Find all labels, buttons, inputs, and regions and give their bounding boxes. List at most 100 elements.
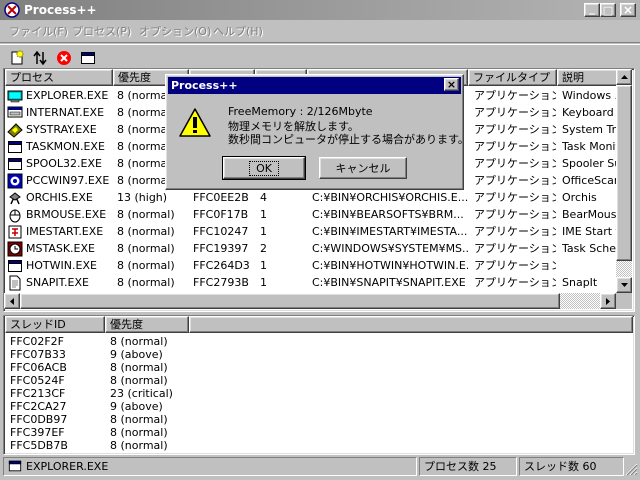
maximize-button[interactable]: □	[600, 3, 616, 17]
thread-row[interactable]: FFC5DB7B 8 (normal)	[4, 439, 624, 452]
sort-icon	[33, 50, 47, 66]
maximize-icon: □	[602, 3, 614, 17]
keyboard-icon	[7, 105, 23, 121]
table-row[interactable]: HOTWIN.EXE 8 (normal) FFC264D3 1 C:¥BIN¥HOTW…	[4, 257, 624, 274]
cell-id: FFC2793B	[193, 276, 249, 289]
cell-path: C:¥BIN¥IMESTART¥IMESTA...	[312, 225, 468, 238]
scroll-corner	[616, 293, 632, 309]
terminate-button[interactable]	[54, 48, 74, 68]
scroll-left-button[interactable]	[4, 293, 20, 309]
status-process-count: プロセス数 25	[419, 457, 517, 476]
arrow-down-icon	[620, 283, 628, 287]
dialog-title-bar[interactable]: Process++ ×	[168, 77, 461, 94]
cell-name: EXPLORER.EXE	[26, 89, 109, 102]
systray-icon	[7, 122, 23, 138]
thread-cell-id: FFC2CA27	[10, 400, 67, 413]
title-bar[interactable]: Process++ _ □ ×	[0, 0, 640, 20]
menu-process[interactable]: プロセス(P)	[72, 23, 131, 39]
table-row[interactable]: SNAPIT.EXE 8 (normal) FFC2793B 1 C:¥BIN¥SNAP…	[4, 274, 624, 291]
process-list-vscroll[interactable]	[616, 69, 632, 293]
dialog-message-2: 数秒間コンピュータが停止する場合があります。	[228, 133, 469, 146]
thread-row[interactable]: FFC07B33 9 (above)	[4, 348, 624, 361]
vscroll-thumb[interactable]	[616, 85, 632, 261]
cell-desc: BearMouse	[562, 208, 622, 221]
thread-row[interactable]: FFC213CF 23 (critical)	[4, 387, 624, 400]
cell-name: SNAPIT.EXE	[26, 276, 89, 289]
column-header-filetype[interactable]: ファイルタイプ	[468, 69, 557, 86]
cell-path: C:¥BIN¥HOTWIN¥HOTWIN.E...	[312, 259, 468, 272]
thread-cell-id: FFC07B33	[10, 348, 66, 361]
new-process-icon	[11, 50, 25, 65]
window-button[interactable]	[78, 48, 98, 68]
process-list-hscroll[interactable]	[4, 293, 616, 309]
resize-grip[interactable]	[624, 462, 638, 476]
sort-button[interactable]	[30, 48, 50, 68]
cell-id: FFC0F17B	[193, 208, 249, 221]
warning-icon	[178, 107, 212, 139]
cell-name: MSTASK.EXE	[26, 242, 95, 255]
column-header-empty	[189, 316, 633, 333]
cell-desc: Spooler Sul	[562, 157, 622, 170]
table-row[interactable]: MSTASK.EXE 8 (normal) FFC19397 2 C:¥WINDOWS¥…	[4, 240, 624, 257]
app-icon[interactable]	[4, 2, 20, 18]
thread-row[interactable]: FFC02F2F 8 (normal)	[4, 335, 624, 348]
thread-row[interactable]: FFC397EF 8 (normal)	[4, 426, 624, 439]
cell-type: アプリケーション	[474, 89, 556, 102]
cell-type: アプリケーション	[474, 174, 556, 187]
close-icon: ×	[622, 3, 634, 17]
cell-name: SPOOL32.EXE	[26, 157, 102, 170]
arrow-up-icon	[620, 75, 628, 79]
menu-options[interactable]: オプション(O)	[139, 23, 211, 39]
menu-help[interactable]: ヘルプ(H)	[213, 23, 263, 39]
table-row[interactable]: IMESTART.EXE 8 (normal) FFC10247 1 C:¥BIN¥IM…	[4, 223, 624, 240]
dialog-cancel-button[interactable]: キャンセル	[319, 157, 407, 179]
cell-name: SYSTRAY.EXE	[26, 123, 97, 136]
thread-cell-priority: 9 (above)	[110, 400, 163, 413]
thread-cell-id: FFC06ACB	[10, 361, 67, 374]
dialog-ok-label: OK	[249, 160, 279, 176]
minimize-button[interactable]: _	[584, 3, 600, 17]
thread-cell-priority: 8 (normal)	[110, 413, 168, 426]
cell-path: C:¥BIN¥SNAPIT¥SNAPIT.EXE	[312, 276, 466, 289]
column-header-thread-priority[interactable]: 優先度	[105, 316, 189, 333]
cell-desc: OfficeScan	[562, 174, 621, 187]
menu-file[interactable]: ファイル(F)	[9, 23, 68, 39]
column-header-process[interactable]: プロセス	[5, 69, 113, 86]
dialog-title: Process++	[171, 79, 238, 92]
scroll-right-button[interactable]	[600, 293, 616, 309]
thread-row[interactable]: FFC0524F 8 (normal)	[4, 374, 624, 387]
column-header-description[interactable]: 説明	[557, 69, 623, 86]
cell-id: FFC0EE2B	[193, 191, 249, 204]
window-icon	[7, 139, 23, 155]
scroll-down-button[interactable]	[616, 277, 632, 293]
cell-name: BRMOUSE.EXE	[26, 208, 107, 221]
cell-name: ORCHIS.EXE	[26, 191, 93, 204]
document-icon	[7, 275, 23, 291]
thread-cell-id: FFC02F2F	[10, 335, 64, 348]
thread-cell-priority: 8 (normal)	[110, 335, 168, 348]
new-process-button[interactable]	[7, 48, 27, 68]
cell-path: C:¥WINDOWS¥SYSTEM¥MS...	[312, 242, 468, 255]
hscroll-thumb[interactable]	[20, 293, 560, 309]
scroll-up-button[interactable]	[616, 69, 632, 85]
dialog-close-button[interactable]: ×	[444, 78, 459, 91]
thread-row[interactable]: FFC2CA27 9 (above)	[4, 400, 624, 413]
cell-desc: Task Sched	[562, 242, 622, 255]
cell-threads: 2	[260, 242, 267, 255]
table-row[interactable]: BRMOUSE.EXE 8 (normal) FFC0F17B 1 C:¥BIN¥BEA…	[4, 206, 624, 223]
thread-row[interactable]: FFC0DB97 8 (normal)	[4, 413, 624, 426]
cell-type: アプリケーション	[474, 225, 556, 238]
window-icon	[7, 156, 23, 172]
cell-priority: 8 (normal)	[117, 259, 175, 272]
cell-name: INTERNAT.EXE	[26, 106, 105, 119]
column-header-thread-id[interactable]: スレッドID	[5, 316, 105, 333]
dialog-ok-button[interactable]: OK	[222, 156, 306, 180]
thread-list[interactable]: スレッドID 優先度 FFC02F2F 8 (normal) FFC07B33 9 (…	[3, 315, 635, 455]
close-button[interactable]: ×	[620, 3, 636, 17]
cell-priority: 8 (normal)	[117, 276, 175, 289]
menu-bar: ファイル(F) プロセス(P) オプション(O) ヘルプ(H)	[0, 21, 640, 40]
cell-threads: 1	[260, 276, 267, 289]
thread-row[interactable]: FFC06ACB 8 (normal)	[4, 361, 624, 374]
table-row[interactable]: ORCHIS.EXE 13 (high) FFC0EE2B 4 C:¥BIN¥ORCHI…	[4, 189, 624, 206]
minimize-icon: _	[589, 2, 595, 15]
